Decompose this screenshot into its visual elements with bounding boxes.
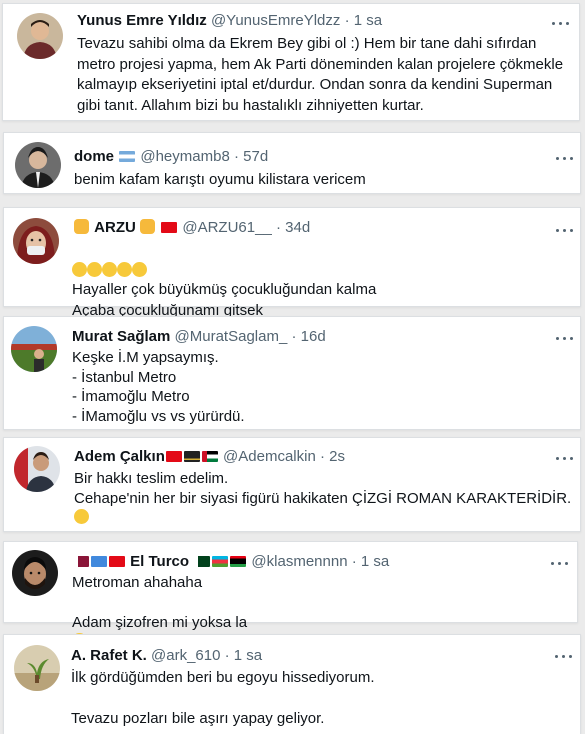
- more-options-icon[interactable]: [555, 223, 575, 237]
- turkey-flag-icon: [161, 222, 178, 233]
- laughing-emoji-icon: [102, 261, 117, 277]
- tweet-header: A. Rafet K. @ark_610 · 1 sa: [71, 646, 262, 666]
- separator: ·: [351, 553, 357, 570]
- kaaba-icon: [183, 451, 200, 462]
- tweet-header: Yunus Emre Yıldız @YunusEmreYldzz · 1 sa: [77, 11, 382, 31]
- more-options-icon[interactable]: [555, 331, 575, 345]
- tweet-card[interactable]: El Turco @klasmennnn · 1 sa Metroman aha…: [3, 541, 578, 648]
- more-options-icon[interactable]: [555, 451, 575, 465]
- author-name[interactable]: dome: [74, 148, 114, 165]
- raised-fist-icon: [74, 219, 89, 234]
- separator: ·: [275, 219, 281, 236]
- tweet-card[interactable]: Yunus Emre Yıldız @YunusEmreYldzz · 1 sa…: [2, 3, 580, 121]
- separator: ·: [291, 328, 297, 345]
- timestamp[interactable]: 34d: [285, 219, 310, 236]
- pakistan-flag-icon: [194, 556, 211, 567]
- avatar[interactable]: [11, 326, 57, 372]
- more-options-icon[interactable]: [551, 16, 571, 30]
- argentina-flag-icon: [119, 151, 136, 162]
- laughing-emoji-icon: [87, 261, 102, 277]
- avatar[interactable]: [14, 446, 60, 492]
- author-handle[interactable]: @Ademcalkin: [223, 448, 316, 465]
- turkey-flag-icon: [165, 451, 182, 462]
- tweet-text: Tevazu sahibi olma da Ekrem Bey gibi ol …: [77, 35, 564, 114]
- more-options-icon[interactable]: [554, 649, 574, 663]
- separator: ·: [319, 448, 325, 465]
- timestamp[interactable]: 16d: [301, 328, 326, 345]
- author-name[interactable]: A. Rafet K.: [71, 647, 147, 664]
- author-handle[interactable]: @klasmennnn: [251, 553, 347, 570]
- avatar[interactable]: [12, 550, 58, 596]
- laughing-emoji-icon: [117, 261, 132, 277]
- tweet-text: İlk gördüğümden beri bu egoyu hissediyor…: [71, 669, 375, 686]
- author-handle[interactable]: @ARZU61__: [182, 219, 271, 236]
- author-handle[interactable]: @heymamb8: [140, 148, 229, 165]
- timestamp[interactable]: 1 sa: [361, 553, 389, 570]
- tweet-text: benim kafam karıştı oyumu kilistara veri…: [74, 171, 366, 188]
- tweet-text: Bir hakkı teslim edelim. Cehape'nin her …: [74, 470, 572, 507]
- separator: ·: [224, 647, 230, 664]
- libya-flag-icon: [230, 556, 247, 567]
- avatar[interactable]: [14, 645, 60, 691]
- avatar[interactable]: [15, 142, 61, 188]
- tweet-text-line: Adam şizofren mi yoksa la: [72, 613, 248, 631]
- avatar[interactable]: [17, 13, 63, 59]
- tweet-header: El Turco @klasmennnn · 1 sa: [72, 552, 389, 572]
- tweet-card[interactable]: Murat Sağlam @MuratSaglam_ · 16d Keşke İ…: [3, 316, 581, 430]
- author-handle[interactable]: @ark_610: [151, 647, 220, 664]
- qatar-flag-icon: [73, 556, 89, 567]
- timestamp[interactable]: 2s: [329, 448, 345, 465]
- separator: ·: [344, 12, 350, 29]
- author-name[interactable]: Yunus Emre Yıldız: [77, 12, 207, 29]
- smiling-emoji-icon: [74, 509, 89, 524]
- tweet-card[interactable]: ARZU @ARZU61__ · 34d Hayaller çok büyükm…: [3, 207, 581, 336]
- raised-fist-icon: [140, 219, 156, 234]
- author-name[interactable]: Adem Çalkın: [74, 448, 165, 465]
- author-handle[interactable]: @YunusEmreYldzz: [211, 12, 340, 29]
- azerbaijan-flag-icon: [212, 556, 229, 567]
- timestamp[interactable]: 1 sa: [354, 12, 382, 29]
- tweet-header: Murat Sağlam @MuratSaglam_ · 16d: [72, 327, 326, 347]
- author-handle[interactable]: @MuratSaglam_: [175, 328, 288, 345]
- author-name[interactable]: Murat Sağlam: [72, 328, 170, 345]
- tweet-text: Keşke İ.M yapsaymış. - İstanbul Metro - …: [72, 349, 245, 425]
- palestine-flag-icon: [201, 451, 218, 462]
- timestamp[interactable]: 1 sa: [234, 647, 262, 664]
- somalia-flag-icon: [91, 556, 107, 567]
- laughing-emoji-icon: [72, 261, 87, 277]
- more-options-icon[interactable]: [550, 556, 570, 570]
- author-name[interactable]: ARZU: [94, 219, 136, 236]
- tweet-text: Tevazu pozları bile aşırı yapay geliyor.: [71, 710, 325, 727]
- tweet-card[interactable]: Adem Çalkın @Ademcalkin · 2s Bir hakkı t…: [3, 437, 581, 532]
- tweet-card[interactable]: A. Rafet K. @ark_610 · 1 sa İlk gördüğüm…: [3, 634, 581, 734]
- more-options-icon[interactable]: [555, 151, 575, 165]
- laughing-emoji-icon: [132, 261, 147, 277]
- avatar[interactable]: [13, 218, 59, 264]
- tweet-header: ARZU @ARZU61__ · 34d: [74, 218, 310, 238]
- tweet-header: dome @heymamb8 · 57d: [74, 147, 268, 167]
- tweet-header: Adem Çalkın @Ademcalkin · 2s: [74, 447, 345, 467]
- tweet-card[interactable]: dome @heymamb8 · 57d benim kafam karıştı…: [3, 132, 581, 194]
- tweet-text: Metroman ahahaha: [72, 574, 203, 591]
- author-name[interactable]: El Turco: [130, 553, 189, 570]
- timestamp[interactable]: 57d: [243, 148, 268, 165]
- separator: ·: [233, 148, 239, 165]
- turkey-flag-icon: [109, 556, 125, 567]
